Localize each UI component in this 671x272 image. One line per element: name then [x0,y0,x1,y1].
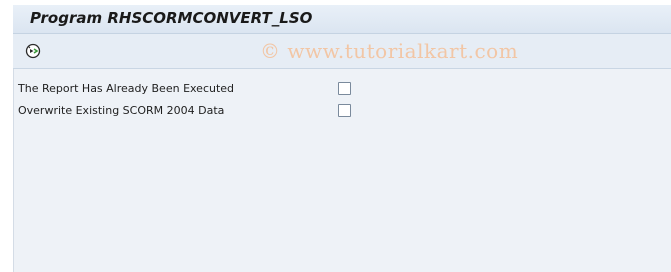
title-bar: Program RHSCORMCONVERT_LSO [13,5,671,34]
selection-screen: The Report Has Already Been Executed Ove… [13,69,671,272]
page-title: Program RHSCORMCONVERT_LSO [30,9,313,27]
parameter-row-overwrite-scorm: Overwrite Existing SCORM 2004 Data [18,102,418,120]
overwrite-scorm-checkbox[interactable] [338,104,351,117]
application-toolbar: © www.tutorialkart.com [13,34,671,69]
watermark: © www.tutorialkart.com [260,39,519,63]
parameter-row-report-executed: The Report Has Already Been Executed [18,80,418,98]
parameter-label: The Report Has Already Been Executed [18,82,235,95]
report-executed-checkbox[interactable] [338,82,351,95]
execute-icon[interactable] [25,43,41,59]
parameter-label: Overwrite Existing SCORM 2004 Data [18,104,225,117]
sap-window: Program RHSCORMCONVERT_LSO © www.tutoria… [0,0,671,272]
